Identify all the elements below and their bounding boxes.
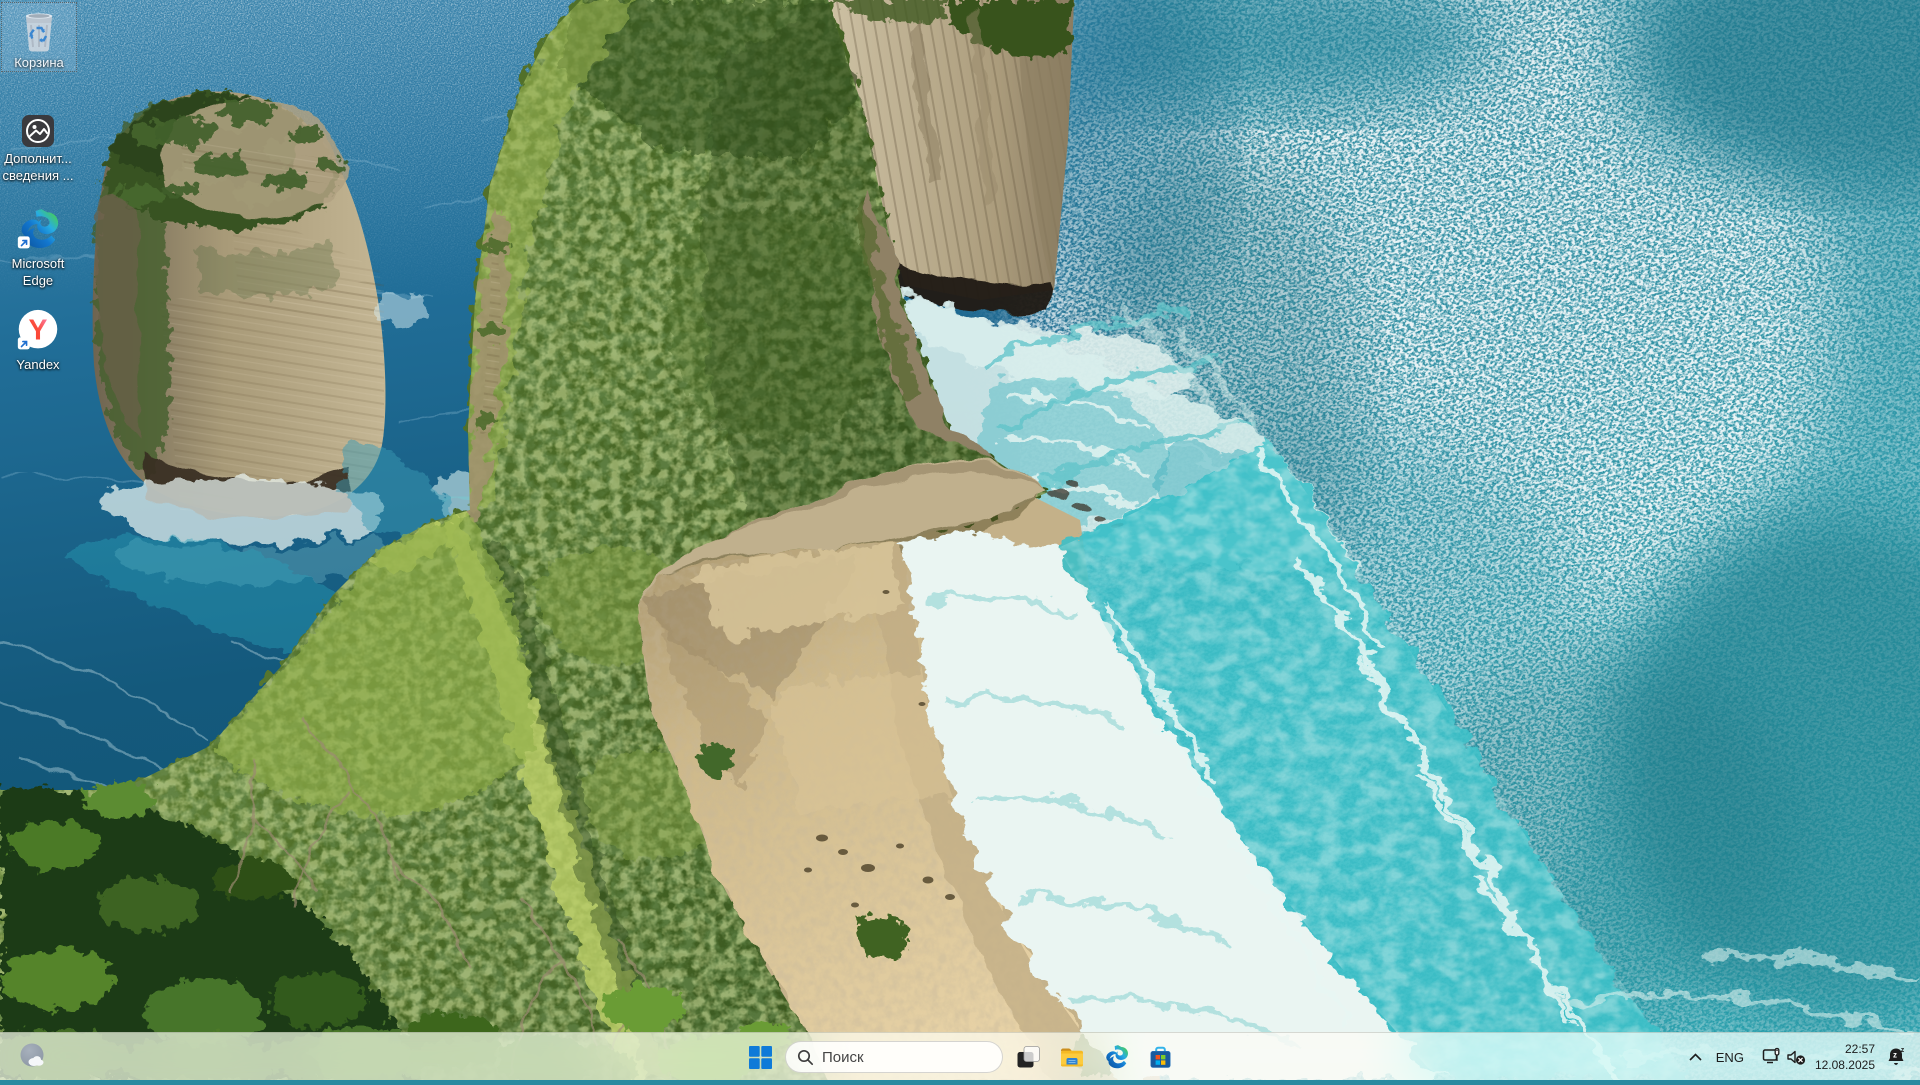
svg-text:z: z [1893,1051,1897,1060]
svg-text:Y: Y [29,314,48,346]
svg-text:z: z [1901,1047,1905,1054]
